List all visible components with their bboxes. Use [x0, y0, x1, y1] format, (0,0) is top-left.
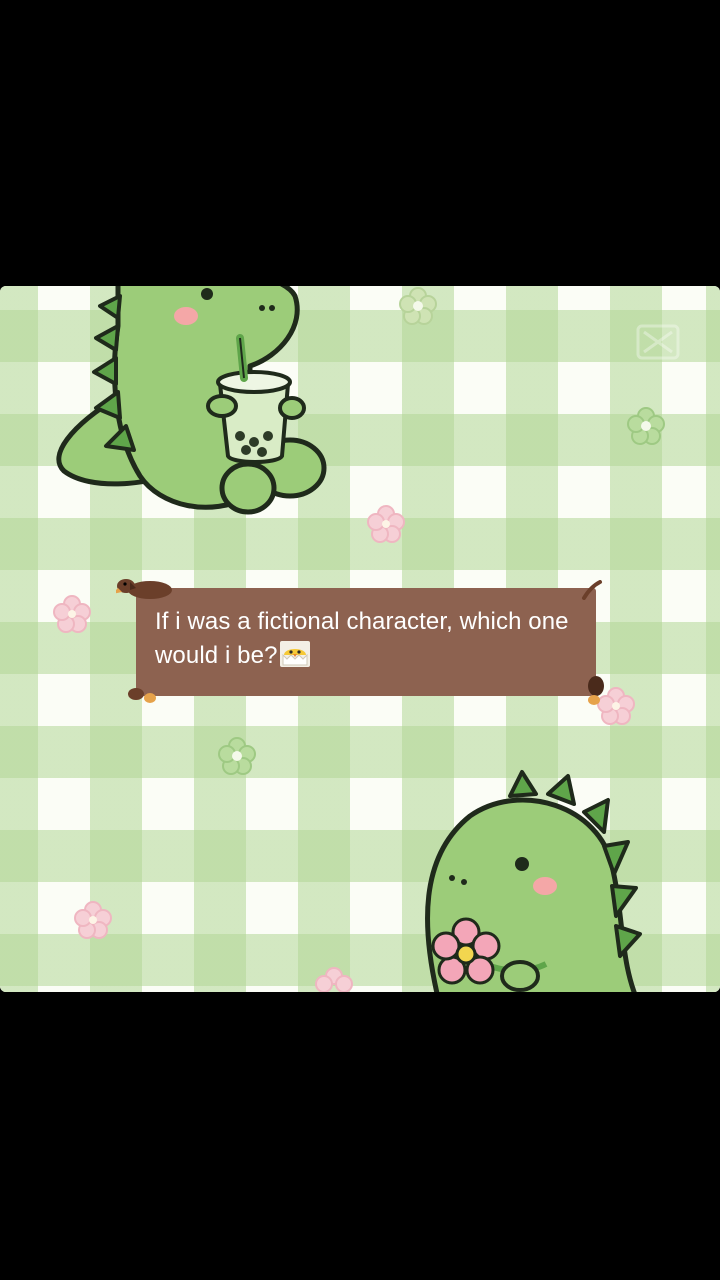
watermark-icon: [636, 324, 680, 360]
hatching-chick-icon: [279, 641, 310, 667]
dachshund-paws-icon: [128, 688, 156, 703]
flower-icon: [367, 505, 405, 543]
dachshund-icon: [116, 579, 172, 599]
flower-icon: [74, 901, 112, 939]
dino-flower-icon: [425, 770, 642, 992]
dachshund-tail-icon: [582, 580, 602, 600]
caption-box: If i was a fictional character, which on…: [116, 579, 604, 705]
flower-icon: [315, 967, 353, 992]
video-frame: If i was a fictional character, which on…: [0, 286, 720, 992]
flower-icon: [627, 407, 665, 445]
flower-icon: [218, 737, 256, 775]
flower-icon: [53, 595, 91, 633]
caption-text: If i was a fictional character, which on…: [155, 605, 595, 673]
flower-icon: [399, 287, 437, 325]
dachshund-paws-icon: [588, 676, 604, 705]
dino-boba-icon: [56, 286, 327, 515]
caption-question: If i was a fictional character, which on…: [155, 608, 569, 669]
